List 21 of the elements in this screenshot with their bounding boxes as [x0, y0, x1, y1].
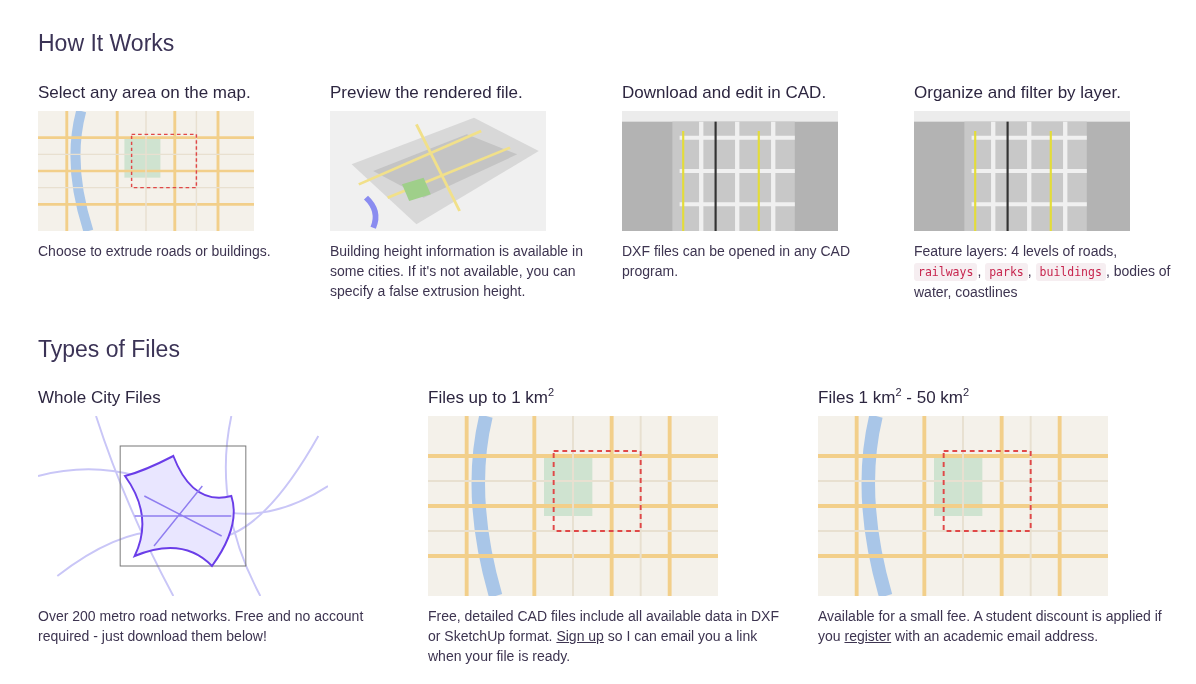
code-snippet: buildings	[1035, 262, 1106, 281]
description: Building height information is available in some cities. If it's not available, you can specify a false extrusion height.	[330, 241, 584, 301]
column-heading: Files 1 km$^{2}$ - 50 km$^{2}$	[818, 387, 971, 410]
section-title: How It Works	[38, 30, 176, 58]
column-heading: Download and edit in CAD.	[622, 81, 828, 104]
section-title: Types of Files	[38, 335, 181, 364]
column-heading: Whole City Files	[38, 387, 162, 410]
description: DXF files can be opened in any CAD program.	[622, 241, 851, 281]
code-snippet: railways	[914, 262, 978, 281]
description: Over 200 metro road networks. Free and no account required - just download them below!	[38, 607, 365, 647]
description: Available for a small fee. A student discount is applied if you register with an academic email address.	[818, 607, 1163, 647]
description: Free, detailed CAD files include all available data in DXF or SketchUp format. Sign up so I can email you a link when your file is ready.	[428, 607, 780, 667]
column-heading: Preview the rendered file.	[330, 81, 524, 104]
code-snippet: parks	[985, 262, 1028, 281]
link[interactable]: register	[844, 628, 892, 645]
description: Feature layers: 4 levels of roads, railways , parks , buildings , bodies of water, coastlines	[914, 241, 1172, 302]
link[interactable]: Sign up	[556, 628, 604, 645]
description: Choose to extrude roads or buildings.	[38, 241, 272, 261]
column-heading: Files up to 1 km$^{2}$	[428, 387, 556, 410]
column-heading: Organize and filter by layer.	[914, 81, 1122, 104]
column-heading: Select any area on the map.	[38, 81, 252, 104]
